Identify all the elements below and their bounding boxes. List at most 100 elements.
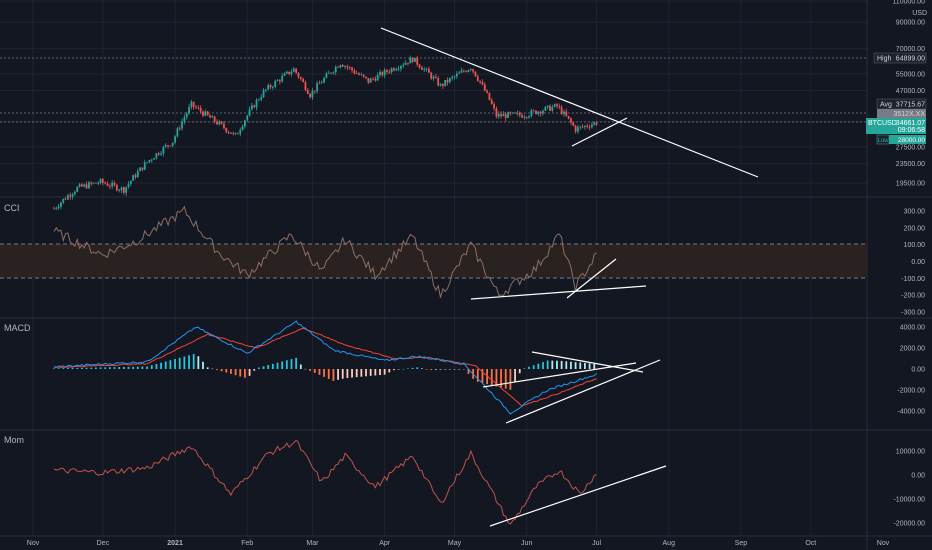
macd-histogram-bar: [365, 369, 367, 377]
current-symbol: BTCUSD: [868, 120, 897, 127]
candle-body: [283, 73, 286, 76]
time-axis-label: Dec: [97, 540, 110, 547]
macd-histogram-bar: [434, 369, 437, 370]
avg-label-value: 37715.67: [896, 102, 925, 109]
macd-histogram-bar: [532, 365, 535, 369]
price-axis-label: 55000.00: [896, 72, 925, 79]
candle-body: [441, 84, 444, 86]
candle-body: [570, 118, 572, 123]
candle-body: [386, 69, 388, 72]
macd-histogram-bar: [313, 369, 316, 373]
macd-histogram-bar: [518, 369, 521, 374]
macd-histogram-bar: [374, 369, 377, 376]
macd-histogram-bar: [160, 362, 162, 369]
candle-body: [129, 180, 132, 184]
candle-body: [318, 83, 321, 85]
candle-body: [332, 72, 335, 74]
candle-body: [379, 72, 381, 75]
candle-body: [537, 111, 540, 115]
candle-body: [448, 78, 451, 83]
candle-body: [493, 104, 495, 109]
candle-body: [202, 111, 204, 116]
candle-body: [511, 112, 514, 114]
macd-histogram-bar: [570, 361, 572, 369]
candle-body: [584, 125, 586, 127]
macd-histogram-bar: [351, 369, 353, 378]
macd-histogram-bar: [579, 362, 582, 369]
candle-body: [118, 189, 121, 191]
candle-body: [309, 93, 312, 98]
candle-body: [94, 182, 97, 184]
macd-histogram-bar: [174, 359, 176, 369]
macd-histogram-bar: [276, 362, 279, 369]
macd-histogram-bar: [220, 369, 223, 372]
candle-body: [174, 136, 176, 143]
macd-histogram-bar: [197, 356, 200, 369]
macd-histogram-bar: [509, 369, 512, 390]
candle-body: [230, 132, 232, 134]
macd-histogram-bar: [304, 368, 307, 370]
candle-body: [313, 90, 316, 92]
candle-body: [488, 92, 491, 101]
macd-histogram-bar: [318, 369, 321, 375]
candle-body: [244, 120, 246, 127]
candle-body: [106, 183, 109, 186]
candle-body: [530, 110, 533, 116]
macd-histogram-bar: [593, 363, 596, 369]
candle-body: [260, 97, 263, 100]
macd-histogram-bar: [444, 369, 447, 370]
current-price-label: BTCUSD 34661.07 09:06:58: [866, 118, 926, 134]
candle-body: [216, 121, 218, 125]
candle-body: [87, 182, 90, 189]
macd-histogram-bar: [588, 363, 591, 369]
candle-body: [141, 167, 144, 170]
macd-histogram-bar: [462, 369, 465, 370]
macd-title: MACD: [4, 323, 31, 333]
candle-body: [504, 114, 507, 118]
candle-body: [553, 104, 556, 107]
candle-body: [344, 66, 346, 67]
candle-body: [502, 114, 505, 117]
macd-histogram-bar: [504, 369, 507, 389]
candle-body: [577, 127, 579, 132]
candle-body: [353, 70, 356, 74]
candle-body: [57, 206, 60, 208]
masked-label-1: 3512X.XX: [877, 109, 926, 118]
candle-body: [351, 67, 353, 71]
candle-body: [514, 112, 516, 114]
macd-histogram-bar: [290, 359, 293, 369]
macd-histogram-bar: [118, 367, 121, 369]
candle-body: [551, 106, 554, 111]
macd-histogram-bar: [388, 369, 391, 373]
candle-body: [148, 160, 151, 163]
candle-body: [71, 194, 74, 197]
candle-body: [206, 111, 209, 116]
candle-body: [255, 99, 258, 108]
price-axis-label: 110000.00: [892, 0, 925, 6]
chart-canvas[interactable]: CCI MACD Mom USD 110000.00 90000.00 70000.…: [0, 0, 932, 550]
cci-axis-label: -300.00: [901, 310, 925, 317]
macd-histogram-bar: [76, 367, 79, 369]
candle-body: [481, 82, 484, 85]
candle-body: [108, 185, 111, 187]
macd-histogram-bar: [122, 366, 125, 369]
candle-body: [211, 116, 214, 118]
price-axis-label: 90000.00: [896, 20, 925, 27]
macd-histogram-bar: [379, 369, 381, 376]
candle-body: [439, 84, 442, 86]
macd-histogram-bar: [490, 369, 493, 386]
candle-body: [220, 121, 223, 124]
chart-window: CCI MACD Mom USD 110000.00 90000.00 70000.…: [0, 0, 932, 550]
candle-body: [446, 79, 449, 83]
time-axis-label: Feb: [241, 540, 253, 547]
candle-body: [262, 90, 265, 98]
candle-body: [490, 100, 493, 105]
candle-body: [467, 69, 470, 72]
macd-histogram-bar: [90, 367, 93, 369]
macd-histogram-bar: [178, 357, 181, 369]
candle-body: [143, 162, 146, 170]
candle-body: [155, 153, 158, 159]
candle-body: [302, 78, 305, 83]
candle-body: [153, 158, 155, 160]
time-axis-label: 2021: [167, 540, 183, 547]
